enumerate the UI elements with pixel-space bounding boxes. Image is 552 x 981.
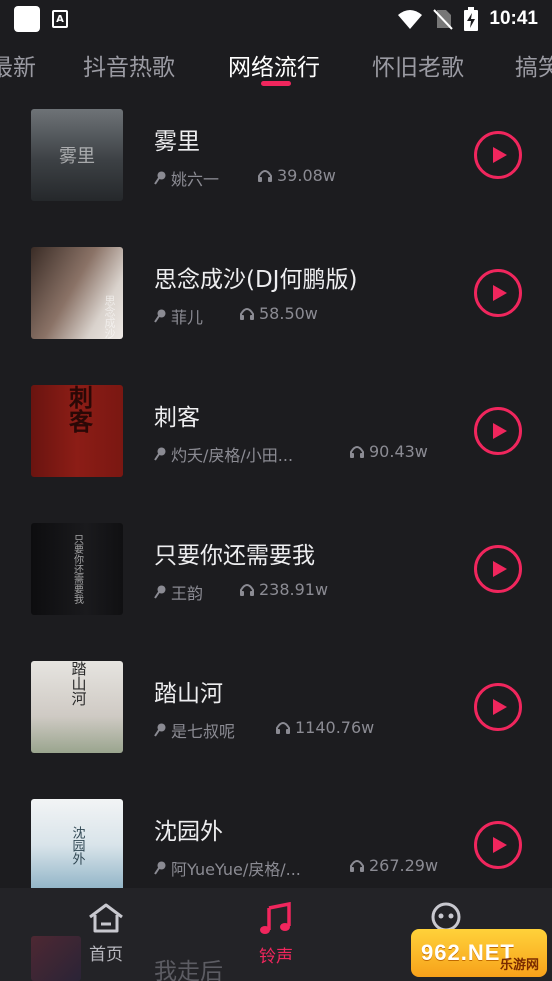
cover-art-text: 思念成沙 <box>103 295 116 339</box>
cover-art-text: 沈园外 <box>69 825 85 865</box>
play-icon <box>493 837 507 853</box>
album-cover: 刺客 <box>31 385 123 477</box>
artist-line: 王韵 <box>154 580 203 604</box>
active-tab-indicator <box>261 81 291 86</box>
tab-network-popular[interactable]: 网络流行 <box>228 48 320 82</box>
song-row[interactable]: 踏山河 踏山河 是七叔呢 1140.76w <box>0 652 552 790</box>
headphones-icon <box>258 170 272 182</box>
app-notification-icon <box>14 6 40 32</box>
play-icon <box>493 285 507 301</box>
play-button[interactable] <box>474 683 522 731</box>
music-note-icon <box>260 902 291 934</box>
nav-ringtone-label: 铃声 <box>259 947 293 967</box>
song-title: 沈园外 <box>154 819 223 845</box>
microphone-icon <box>154 447 166 461</box>
play-count-value: 267.29w <box>369 856 439 875</box>
play-button[interactable] <box>474 131 522 179</box>
song-row[interactable]: 雾里 雾里 姚六一 39.08w <box>0 100 552 238</box>
song-title: 踏山河 <box>154 681 223 707</box>
artist-name: 阿YueYue/戾格/... <box>171 860 301 879</box>
play-count: 267.29w <box>350 856 438 875</box>
tab-douyin-hits[interactable]: 抖音热歌 <box>83 48 175 82</box>
play-button[interactable] <box>474 407 522 455</box>
cover-art-text: 踏山河 <box>69 661 88 706</box>
artist-name: 灼夭/戾格/小田... <box>171 446 294 465</box>
artist-name: 姚六一 <box>171 170 220 189</box>
wifi-icon <box>398 10 423 29</box>
microphone-icon <box>154 585 166 599</box>
song-row[interactable]: 只要你还需要我 只要你还需要我 王韵 238.91w <box>0 514 552 652</box>
play-count: 39.08w <box>258 166 336 185</box>
headphones-icon <box>350 860 364 872</box>
song-title-partial: 我走后 <box>154 959 223 981</box>
headphones-icon <box>240 584 254 596</box>
microphone-icon <box>154 171 166 185</box>
headphones-icon <box>276 722 290 734</box>
song-title: 刺客 <box>154 405 200 431</box>
microphone-icon <box>154 723 166 737</box>
play-count-value: 1140.76w <box>295 718 375 737</box>
play-count-value: 39.08w <box>277 166 336 185</box>
album-cover: 思念成沙 <box>31 247 123 339</box>
play-count-value: 238.91w <box>259 580 329 599</box>
artist-name: 是七叔呢 <box>171 722 236 741</box>
album-cover: 雾里 <box>31 109 123 201</box>
play-button[interactable] <box>474 269 522 317</box>
no-sim-icon <box>433 9 454 30</box>
play-count: 90.43w <box>350 442 428 461</box>
nav-home-label: 首页 <box>89 945 123 965</box>
play-count: 58.50w <box>240 304 318 323</box>
play-icon <box>493 561 507 577</box>
tab-funny[interactable]: 搞笑 <box>515 48 552 82</box>
tab-nostalgic[interactable]: 怀旧老歌 <box>372 48 464 82</box>
artist-name: 王韵 <box>171 584 204 603</box>
play-icon <box>493 699 507 715</box>
play-count: 238.91w <box>240 580 328 599</box>
artist-line: 姚六一 <box>154 166 219 190</box>
watermark-site-name: 乐游网 <box>499 958 539 973</box>
cover-art-text: 雾里 <box>59 146 95 167</box>
clock-time: 10:41 <box>489 8 538 29</box>
song-row[interactable]: 思念成沙 思念成沙(DJ何鹏版) 菲儿 58.50w <box>0 238 552 376</box>
play-count-value: 58.50w <box>259 304 318 323</box>
home-icon <box>89 903 123 933</box>
play-button[interactable] <box>474 545 522 593</box>
headphones-icon <box>350 446 364 458</box>
artist-line: 是七叔呢 <box>154 718 235 742</box>
song-title: 思念成沙(DJ何鹏版) <box>154 267 358 293</box>
nav-ringtone[interactable]: 铃声 <box>236 902 316 967</box>
headphones-icon <box>240 308 254 320</box>
cover-art-text: 只要你还需要我 <box>71 534 83 604</box>
tab-latest[interactable]: 最新 <box>0 48 36 82</box>
status-bar: A 10:41 <box>0 0 552 38</box>
artist-line: 灼夭/戾格/小田... <box>154 442 293 466</box>
microphone-icon <box>154 861 166 875</box>
album-cover-partial <box>31 936 81 981</box>
play-button[interactable] <box>474 821 522 869</box>
song-title: 只要你还需要我 <box>154 543 315 569</box>
play-count-value: 90.43w <box>369 442 428 461</box>
play-icon <box>493 423 507 439</box>
battery-icon <box>464 7 479 31</box>
play-icon <box>493 147 507 163</box>
album-cover: 只要你还需要我 <box>31 523 123 615</box>
song-row[interactable]: 刺客 刺客 灼夭/戾格/小田... 90.43w <box>0 376 552 514</box>
album-cover: 沈园外 <box>31 799 123 891</box>
artist-line: 阿YueYue/戾格/... <box>154 856 301 880</box>
cover-art-text: 刺客 <box>64 385 93 433</box>
artist-line: 菲儿 <box>154 304 203 328</box>
site-watermark-logo: 962.NET 乐游网 <box>411 929 547 977</box>
artist-name: 菲儿 <box>171 308 204 327</box>
song-title: 雾里 <box>154 129 200 155</box>
play-count: 1140.76w <box>276 718 374 737</box>
album-cover: 踏山河 <box>31 661 123 753</box>
font-notification-icon: A <box>52 10 68 28</box>
microphone-icon <box>154 309 166 323</box>
